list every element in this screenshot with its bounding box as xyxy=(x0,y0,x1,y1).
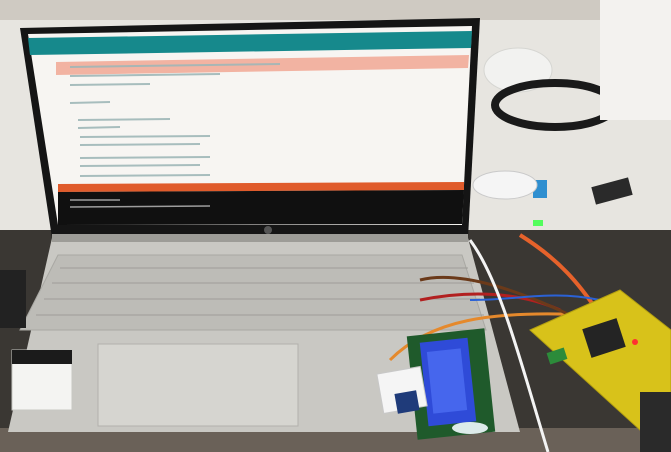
hp-logo-icon xyxy=(264,226,272,234)
photo-scene xyxy=(0,0,671,452)
touchpad xyxy=(97,343,299,427)
servo-body xyxy=(394,390,420,414)
keyboard xyxy=(19,254,487,331)
ide-console-area xyxy=(58,190,464,225)
green-led xyxy=(533,220,543,226)
lcd-glow xyxy=(452,422,488,434)
lcd-text-area xyxy=(426,348,468,414)
laptop-sticker-top xyxy=(12,350,72,364)
dark-device-right xyxy=(640,392,671,452)
dark-device-left xyxy=(0,270,26,328)
laptop-hinge xyxy=(52,234,468,242)
white-mouse xyxy=(472,170,538,200)
arduino-led-red xyxy=(632,339,638,345)
white-object-right xyxy=(600,0,671,120)
